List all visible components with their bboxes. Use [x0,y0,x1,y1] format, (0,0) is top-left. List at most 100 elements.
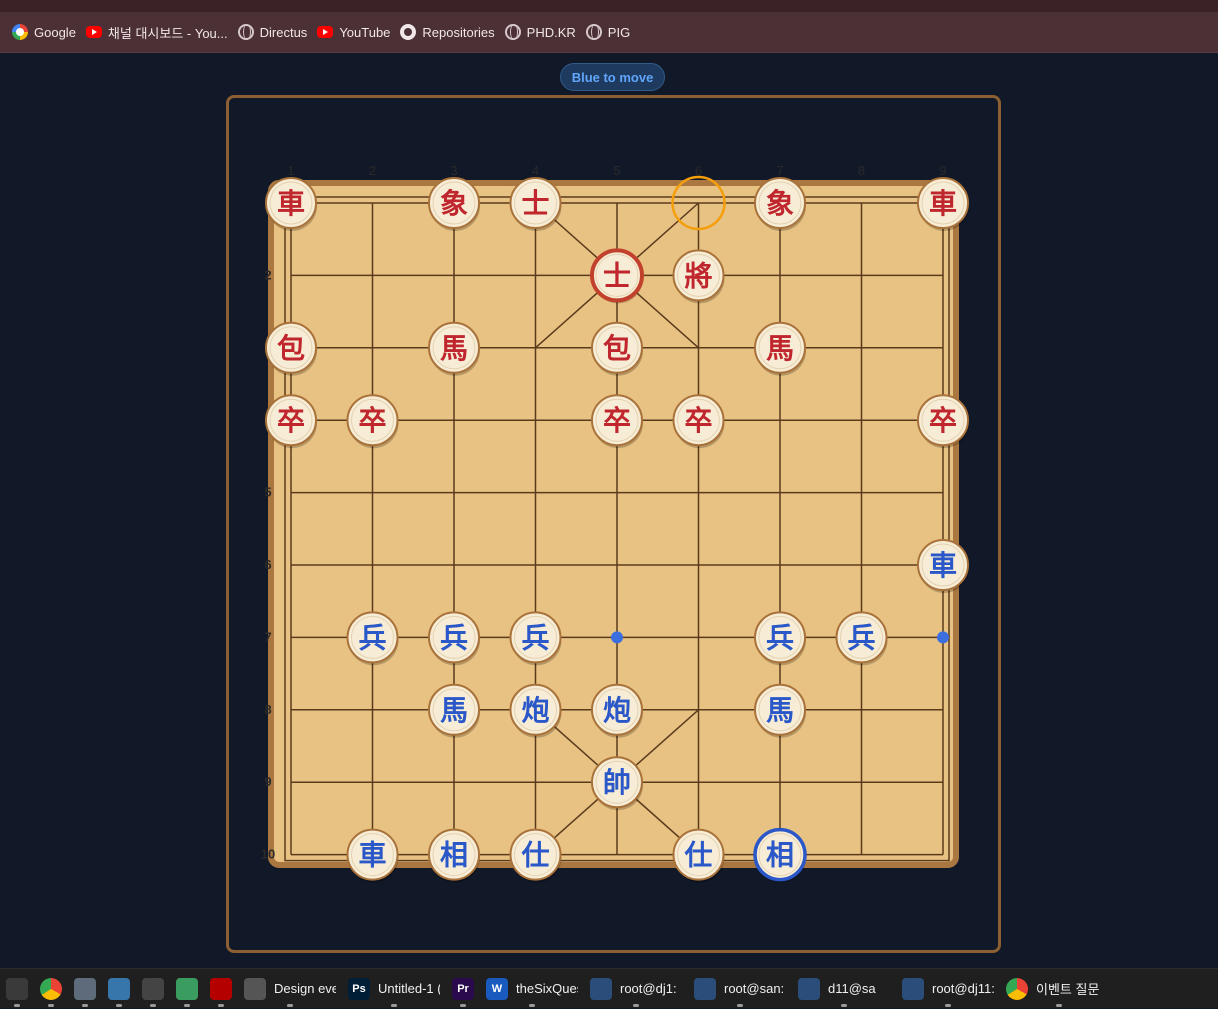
taskbar-label: theSixQues [516,981,578,996]
red-piece-label: 車 [277,187,305,220]
file-label: 7 [776,163,783,178]
running-indicator [287,1003,293,1007]
red-piece-label: 卒 [277,404,305,437]
blue-piece-label: 車 [929,549,957,582]
blue-piece-label: 車 [358,839,386,872]
rank-label: 5 [264,485,271,500]
file-label: 2 [369,163,376,178]
blue-piece-label: 仕 [683,839,712,872]
word-icon: W [486,977,508,1000]
running-indicator [391,1003,397,1007]
running-indicator [82,1003,88,1007]
windows-taskbar: Design eve Ps Untitled-1 ( Pr WtheSixQues roo… [0,968,1218,1008]
taskbar-label: root@dj1: [620,981,677,996]
blue-piece-label: 兵 [847,621,875,654]
red-piece-label: 車 [929,187,957,220]
taskbar-label: root@dj11: [932,981,994,996]
taskbar-item-13[interactable]: d11@sa [792,969,896,1009]
blue-piece-label: 兵 [521,621,549,654]
taskbar-item-0[interactable] [0,969,34,1009]
red-piece-label: 卒 [603,404,631,437]
blue-piece-label: 馬 [766,694,794,727]
taskbar-item-10[interactable]: WtheSixQues [480,969,584,1009]
python-icon [108,977,130,1000]
taskbar-item-7[interactable]: Design eve [238,969,342,1009]
red-piece-label: 象 [440,187,468,220]
remote-desktop-icon [902,977,924,1000]
file-label: 5 [613,163,620,178]
taskbar-item-3[interactable] [102,969,136,1009]
blue-piece-label: 相 [440,839,468,872]
taskbar-item-12[interactable]: root@san: [688,969,792,1009]
running-indicator [116,1003,122,1007]
taskbar-item-4[interactable] [136,969,170,1009]
remote-desktop-icon [798,977,820,1000]
obs-icon [6,977,28,1000]
blue-piece-label: 兵 [440,621,468,654]
filezilla-icon [210,977,232,1000]
taskbar-label: root@san: [724,981,785,996]
blue-piece-label: 帥 [603,766,631,799]
red-piece-label: 將 [684,259,712,292]
taskbar-label: d11@sa [828,981,876,996]
taskbar-item-2[interactable] [68,969,102,1009]
blue-piece-label: 兵 [766,621,794,654]
calculator-icon [74,977,96,1000]
janggi-board-area: 1234567892345678910車象士象車士將包馬包馬卒卒卒卒卒車兵兵兵兵… [0,0,1218,960]
janggi-board[interactable]: 1234567892345678910車象士象車士將包馬包馬卒卒卒卒卒車兵兵兵兵… [0,0,1218,960]
running-indicator [841,1003,847,1007]
taskbar-item-9[interactable]: Pr [446,969,480,1009]
running-indicator [945,1003,951,1007]
taskbar-label: Untitled-1 ( [378,981,440,996]
red-piece-label: 士 [603,259,631,292]
taskbar-item-14[interactable]: root@dj11: [896,969,1000,1009]
red-piece-label: 包 [277,332,305,365]
rank-label: 6 [264,557,271,572]
move-hint-dot[interactable] [611,631,623,644]
taskbar-label: 이벤트 질문 [1036,982,1100,997]
running-indicator [184,1003,190,1007]
red-piece-label: 士 [521,187,549,220]
running-indicator [529,1003,535,1007]
blue-piece-label: 仕 [520,839,549,872]
rank-label: 2 [264,267,271,282]
taskbar-item-11[interactable]: root@dj1: [584,969,688,1009]
taskbar-item-5[interactable] [170,969,204,1009]
running-indicator [48,1003,54,1007]
remote-desktop-icon [590,977,612,1000]
rank-label: 10 [261,847,275,862]
red-piece-label: 馬 [766,332,794,365]
red-piece-label: 卒 [358,404,386,437]
rank-label: 7 [264,629,271,644]
terminal-icon [142,977,164,1000]
blue-piece-label: 炮 [521,694,549,727]
move-hint-dot[interactable] [937,631,949,644]
running-indicator [633,1003,639,1007]
red-piece-label: 馬 [440,332,468,365]
photoshop-icon: Ps [348,977,370,1000]
rank-label: 8 [264,702,271,717]
red-piece-label: 卒 [929,404,957,437]
file-label: 3 [450,163,457,178]
file-label: 4 [532,163,539,178]
blue-piece-label: 炮 [603,694,631,727]
taskbar-item-15[interactable]: 이벤트 질문 [1000,969,1118,1009]
rank-label: 9 [264,774,271,789]
blue-piece-label: 馬 [440,694,468,727]
running-indicator [14,1003,20,1007]
running-indicator [460,1003,466,1007]
running-indicator [150,1003,156,1007]
running-indicator [218,1003,224,1007]
premiere-icon: Pr [452,977,474,1000]
red-piece-label: 包 [603,332,631,365]
file-label: 1 [287,163,294,178]
red-piece-label: 象 [766,187,794,220]
taskbar-item-1[interactable] [34,969,68,1009]
red-piece-label: 卒 [684,404,712,437]
atom-icon [176,977,198,1000]
running-indicator [1056,1003,1062,1007]
running-indicator [737,1003,743,1007]
chrome-icon [40,977,62,1000]
taskbar-item-6[interactable] [204,969,238,1009]
taskbar-item-8[interactable]: Ps Untitled-1 ( [342,969,446,1009]
